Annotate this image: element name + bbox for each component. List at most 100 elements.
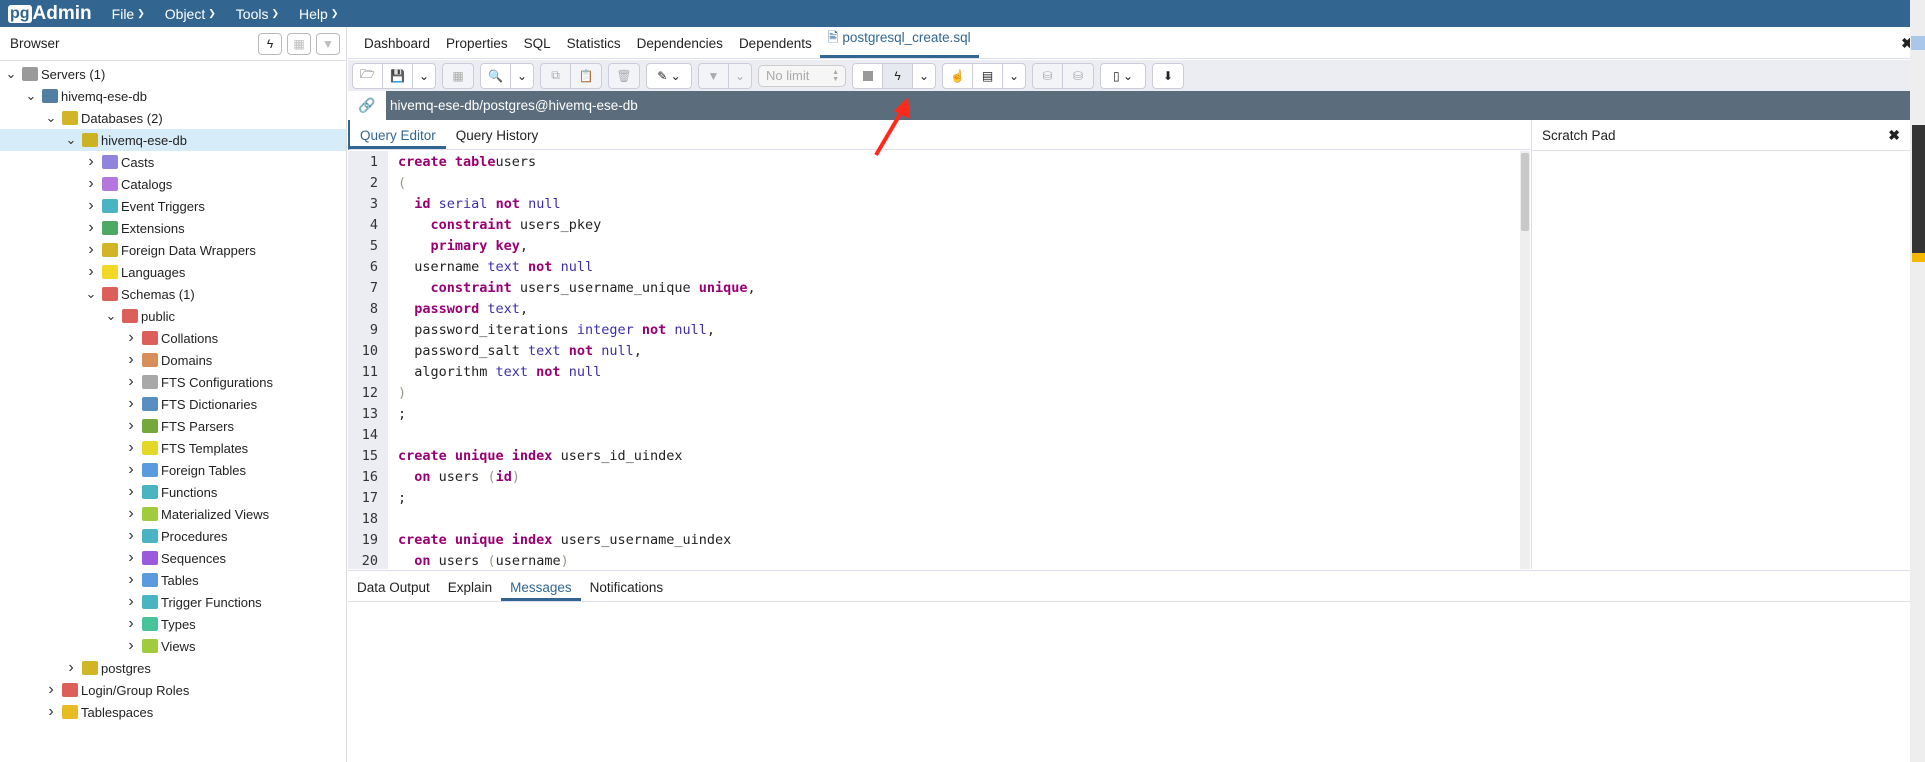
find-button[interactable]: 🔍 — [481, 63, 511, 88]
chevron-right-icon[interactable]: › — [124, 462, 138, 478]
execute-dropdown-button[interactable]: ⌄ — [913, 64, 935, 88]
clear-dropdown-button[interactable]: ▯ ⌄ — [1101, 64, 1145, 88]
chevron-down-icon[interactable]: ⌄ — [104, 309, 118, 322]
tree-node[interactable]: › Catalogs — [0, 173, 346, 195]
chevron-right-icon[interactable]: › — [124, 374, 138, 390]
save-dropdown-button[interactable]: ⌄ — [413, 64, 435, 88]
chevron-right-icon[interactable]: › — [84, 264, 98, 280]
chevron-right-icon[interactable]: › — [124, 594, 138, 610]
tree-node[interactable]: › Login/Group Roles — [0, 679, 346, 701]
chevron-down-icon[interactable]: ⌄ — [4, 67, 18, 80]
tree-node[interactable]: › Views — [0, 635, 346, 657]
chevron-right-icon[interactable]: › — [84, 154, 98, 170]
menu-help[interactable]: Help ❯ — [299, 6, 338, 22]
chevron-down-icon[interactable]: ⌄ — [84, 287, 98, 300]
editor-scrollbar[interactable] — [1520, 151, 1530, 569]
commit-button[interactable]: ⛁ — [1033, 63, 1063, 88]
tree-node[interactable]: › Tablespaces — [0, 701, 346, 723]
chevron-right-icon[interactable]: › — [84, 220, 98, 236]
tab-postgresql-create-sql[interactable]: 🖹 postgresql_create.sql — [819, 28, 979, 58]
tab-notifications[interactable]: Notifications — [581, 580, 673, 601]
tree-node[interactable]: › Trigger Functions — [0, 591, 346, 613]
connection-status-icon[interactable]: 🔗 — [348, 91, 386, 120]
tree-node[interactable]: › Casts — [0, 151, 346, 173]
row-limit-select[interactable]: No limit ▲ ▼ — [758, 64, 846, 87]
save-file-button[interactable]: 💾 — [383, 63, 413, 88]
tab-properties[interactable]: Properties — [438, 36, 516, 58]
tab-data-output[interactable]: Data Output — [348, 580, 439, 601]
chevron-right-icon[interactable]: › — [84, 198, 98, 214]
chevron-down-icon[interactable]: ⌄ — [44, 111, 58, 124]
chevron-right-icon[interactable]: › — [44, 704, 58, 720]
chevron-right-icon[interactable]: › — [124, 572, 138, 588]
tree-node[interactable]: › Types — [0, 613, 346, 635]
chevron-down-icon[interactable]: ⌄ — [64, 133, 78, 146]
menu-object[interactable]: Object ❯ — [165, 6, 216, 22]
tree-node[interactable]: › Foreign Tables — [0, 459, 346, 481]
tree-node[interactable]: › Functions — [0, 481, 346, 503]
tree-node[interactable]: ⌄ Servers (1) — [0, 63, 346, 85]
tree-node[interactable]: › FTS Templates — [0, 437, 346, 459]
filtered-rows-button[interactable]: ▼ — [316, 32, 340, 55]
tree-node[interactable]: › FTS Dictionaries — [0, 393, 346, 415]
delete-button[interactable]: 🗑 — [609, 64, 639, 88]
menu-file[interactable]: File ❯ — [112, 6, 145, 22]
tab-query-editor[interactable]: Query Editor — [350, 128, 446, 149]
tree-node[interactable]: ⌄ public — [0, 305, 346, 327]
tree-node[interactable]: › Collations — [0, 327, 346, 349]
tab-messages[interactable]: Messages — [501, 580, 581, 601]
chevron-right-icon[interactable]: › — [124, 396, 138, 412]
tree-node[interactable]: › Event Triggers — [0, 195, 346, 217]
tree-node[interactable]: › Procedures — [0, 525, 346, 547]
open-file-button[interactable]: 🗁 — [353, 63, 383, 88]
tree-node[interactable]: ⌄ hivemq-ese-db — [0, 129, 346, 151]
tab-dependencies[interactable]: Dependencies — [629, 36, 731, 58]
edit-dropdown-button[interactable]: ✎ ⌄ — [647, 64, 691, 88]
explain-button[interactable]: ☝ — [943, 63, 973, 88]
connection-label[interactable]: hivemq-ese-db/postgres@hivemq-ese-db — [390, 98, 638, 113]
chevron-right-icon[interactable]: › — [124, 440, 138, 456]
chevron-right-icon[interactable]: › — [64, 660, 78, 676]
rollback-button[interactable]: ⛁ — [1063, 64, 1093, 88]
explain-analyze-button[interactable]: ▤ — [973, 63, 1003, 88]
tree-node[interactable]: ⌄ hivemq-ese-db — [0, 85, 346, 107]
chevron-right-icon[interactable]: › — [84, 242, 98, 258]
tree-node[interactable]: › Materialized Views — [0, 503, 346, 525]
chevron-right-icon[interactable]: › — [44, 682, 58, 698]
tree-node[interactable]: › Foreign Data Wrappers — [0, 239, 346, 261]
tab-query-history[interactable]: Query History — [446, 128, 549, 149]
copy-button[interactable]: ⧉ — [541, 63, 571, 88]
tab-dashboard[interactable]: Dashboard — [356, 36, 438, 58]
tree-node[interactable]: › Extensions — [0, 217, 346, 239]
filter-button[interactable]: ▼ — [699, 63, 729, 88]
chevron-right-icon[interactable]: › — [124, 352, 138, 368]
scrollbar-thumb[interactable] — [1521, 153, 1529, 231]
tree-node[interactable]: ⌄ Schemas (1) — [0, 283, 346, 305]
tree-node[interactable]: › FTS Configurations — [0, 371, 346, 393]
tab-statistics[interactable]: Statistics — [559, 36, 629, 58]
chevron-right-icon[interactable]: › — [124, 550, 138, 566]
chevron-right-icon[interactable]: › — [124, 528, 138, 544]
tree-node[interactable]: › Domains — [0, 349, 346, 371]
chevron-right-icon[interactable]: › — [124, 616, 138, 632]
chevron-right-icon[interactable]: › — [124, 484, 138, 500]
chevron-right-icon[interactable]: › — [124, 330, 138, 346]
tab-sql[interactable]: SQL — [516, 36, 559, 58]
explain-dropdown-button[interactable]: ⌄ — [1003, 64, 1025, 88]
execute-button[interactable]: ϟ — [883, 63, 913, 88]
filter-dropdown-button[interactable]: ⌄ — [729, 64, 751, 88]
chevron-right-icon[interactable]: › — [84, 176, 98, 192]
cancel-query-button[interactable] — [853, 63, 883, 88]
menu-tools[interactable]: Tools ❯ — [236, 6, 279, 22]
tab-dependents[interactable]: Dependents — [731, 36, 820, 58]
chevron-right-icon[interactable]: › — [124, 506, 138, 522]
tree-node[interactable]: › FTS Parsers — [0, 415, 346, 437]
query-tool-button[interactable]: ϟ — [258, 32, 282, 55]
tree-node[interactable]: › postgres — [0, 657, 346, 679]
download-button[interactable]: ⬇ — [1153, 64, 1183, 88]
sql-editor[interactable]: 1 2 3 4 5 6 7 8 9 10 11 12 13 14 15 16 17 18 19 20 create t… — [348, 151, 1530, 569]
find-dropdown-button[interactable]: ⌄ — [511, 64, 533, 88]
chevron-down-icon[interactable]: ⌄ — [24, 89, 38, 102]
chevron-right-icon[interactable]: › — [124, 418, 138, 434]
tree-node[interactable]: › Tables — [0, 569, 346, 591]
